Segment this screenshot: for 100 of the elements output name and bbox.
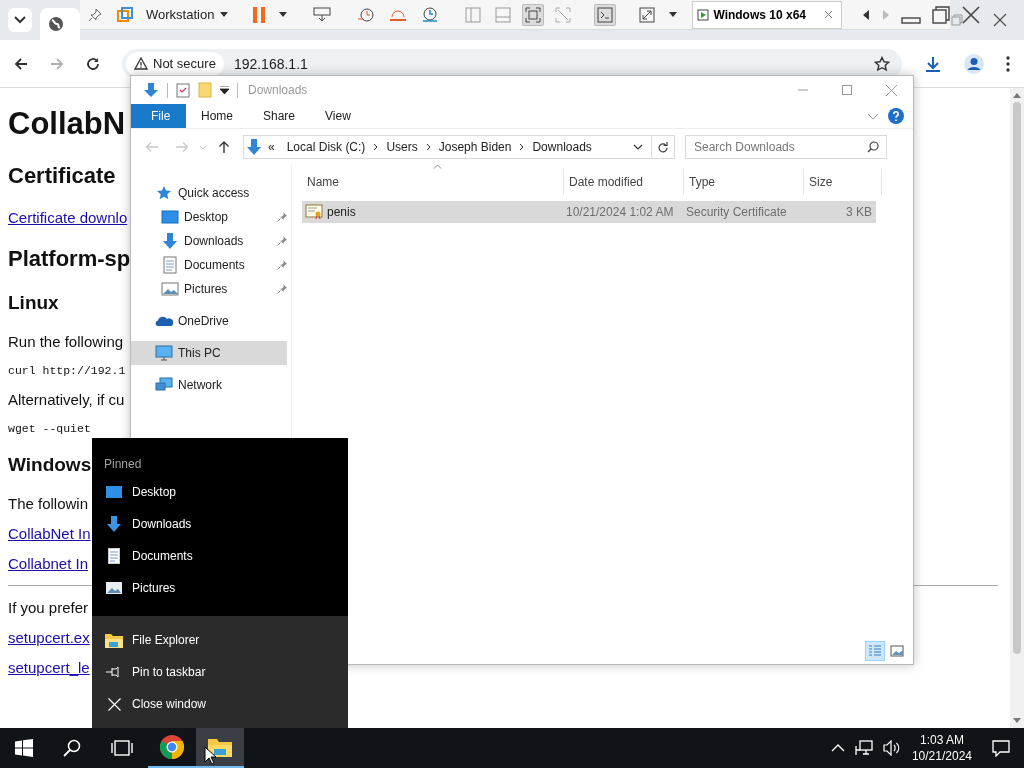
up-arrow-icon [218,140,230,154]
full-screen-icon[interactable] [522,3,545,26]
clock-time[interactable]: 1:03 AM [919,732,964,748]
page-link[interactable]: Collabnet In [8,555,89,572]
chevron-right-icon[interactable] [519,143,525,151]
nav-pane-item[interactable]: Desktop [131,205,291,229]
customize-caret-icon[interactable] [220,86,229,94]
subsection-heading: Windows [8,454,92,476]
network-icon [155,376,173,394]
column-header[interactable]: Type [684,169,804,195]
clock-date[interactable]: 10/21/2024 [911,748,972,764]
overflow-chevron[interactable]: « [268,140,275,154]
workstation-menu[interactable]: Workstation [146,7,229,22]
thumbnail-bar-icon[interactable] [495,6,512,23]
nav-pane-item[interactable]: Quick access [131,181,291,205]
volume-icon[interactable] [882,740,901,756]
properties-icon[interactable] [176,82,190,98]
nav-pane-item[interactable]: This PC [131,341,287,365]
nav-pane-label: Quick access [178,186,250,200]
column-header[interactable]: Name [302,169,564,195]
file-name: penis [327,205,356,219]
help-icon[interactable] [888,108,904,124]
network-icon[interactable] [854,740,873,756]
nav-pane-label: OneDrive [178,314,229,328]
nav-pane-item[interactable]: OneDrive [131,309,291,333]
file-explorer-taskbar-button[interactable] [196,728,244,768]
page-link[interactable]: CollabNet In [8,525,91,542]
search-icon[interactable] [867,141,879,153]
pause-icon[interactable] [253,6,266,23]
nav-pane-item[interactable]: Downloads [131,229,291,253]
paragraph: Run the following [8,333,124,350]
scroll-down-icon[interactable] [1013,718,1021,724]
ribbon-tab[interactable]: Home [186,104,248,128]
download-arrow-icon[interactable] [143,82,159,98]
vm-tab[interactable]: Windows 10 x64 [692,0,842,29]
jump-list-item[interactable]: File Explorer [92,624,348,656]
nav-pane-item[interactable]: Network [131,373,291,397]
file-menu-tab[interactable]: File [131,104,186,128]
restore-icon[interactable] [931,4,951,25]
send-keys-icon[interactable] [313,6,332,23]
chevron-down-icon [199,144,207,150]
download-icon[interactable] [924,54,942,73]
task-view-icon[interactable] [111,739,133,757]
jump-list-item[interactable]: Close window [92,688,348,720]
star-icon[interactable] [874,55,890,72]
browser-tab[interactable] [40,8,80,40]
table-cell-text: 10/21/2024 1:02 AM [565,204,675,221]
jump-list-label: Desktop [132,485,177,499]
snapshot-icon[interactable] [357,6,376,23]
scrollbar[interactable] [1010,88,1024,728]
chevron-right-icon[interactable] [373,143,379,151]
breadcrumb[interactable]: Local Disk (C:) [286,140,366,154]
nav-pane-item[interactable]: Documents [131,253,291,277]
desktop-icon [161,208,179,226]
page-link[interactable]: setupcert_le [8,659,90,676]
ribbon-tab[interactable]: Share [248,104,311,128]
console-icon[interactable] [594,3,617,26]
scroll-left-icon[interactable] [863,9,869,20]
jump-list-item[interactable]: Pictures [92,572,348,604]
search-field[interactable]: Search Downloads [685,135,887,159]
menu-icon[interactable] [1006,55,1010,72]
close-icon[interactable] [961,4,981,25]
expand-ribbon-icon[interactable] [867,112,879,120]
ribbon-tab[interactable]: View [310,104,366,128]
vm-tab-label: Windows 10 x64 [713,7,806,22]
file-row[interactable]: penis 10/21/2024 1:02 AM Security Certificate 3 KB [302,201,876,223]
start-icon[interactable] [15,739,33,757]
page-link[interactable]: Certificate downlo [8,209,128,226]
column-header[interactable]: Date modified [564,169,684,195]
close-icon[interactable] [993,13,1007,27]
nav-pane-item[interactable]: Pictures [131,277,291,301]
close-icon[interactable] [824,10,833,19]
stretch-icon[interactable] [639,6,656,23]
chevron-up-icon[interactable] [830,743,845,753]
dropdown-caret-icon[interactable] [279,12,288,17]
jump-list-item[interactable]: Desktop [92,476,348,508]
security-chip[interactable]: Not secure [126,51,224,76]
breadcrumb[interactable]: Joseph Biden [438,140,512,154]
scroll-up-icon[interactable] [1013,92,1021,98]
url-text: 192.168.1.1 [233,55,308,72]
jump-list-item[interactable]: Pin to taskbar [92,656,348,688]
breadcrumb[interactable]: Users [386,140,418,154]
jump-list-item[interactable]: Downloads [92,508,348,540]
snapshot-manager-icon[interactable] [421,6,440,23]
pictures-icon [161,280,179,298]
chevron-down-icon[interactable] [633,144,643,150]
chevron-right-icon[interactable] [425,143,431,151]
warning-icon [134,57,148,70]
maximize-icon[interactable] [842,85,852,95]
profile-icon[interactable] [964,53,984,74]
page-link[interactable]: setupcert.ex [8,629,90,646]
notification-icon[interactable] [992,739,1010,757]
address-bar[interactable]: « Local Disk (C:) Users Joseph Biden Downloads [243,135,675,159]
tab-search-button[interactable] [8,8,32,32]
search-icon[interactable] [63,739,81,757]
jump-list-item[interactable]: Documents [92,540,348,572]
column-header[interactable]: Size [804,169,882,195]
dropdown-caret-icon[interactable] [669,12,678,17]
breadcrumb[interactable]: Downloads [532,140,592,154]
address-bar[interactable]: Not secure 192.168.1.1 [122,48,902,79]
